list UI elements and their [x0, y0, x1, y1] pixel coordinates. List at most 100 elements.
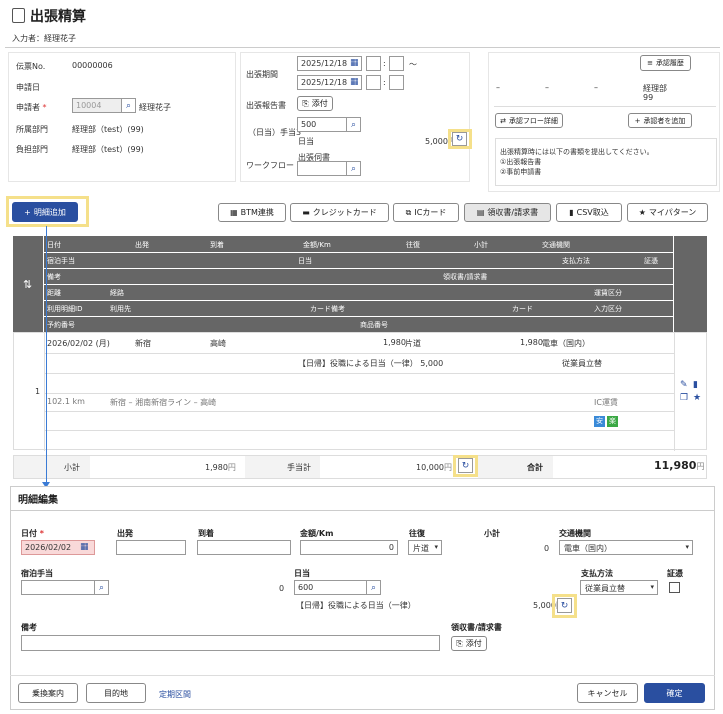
destination-button[interactable]: 目的地	[86, 683, 146, 703]
attach-report-button[interactable]: ⎘ 添付	[297, 96, 333, 111]
slip-no-value: 00000006	[72, 61, 113, 70]
delete-icon[interactable]: ▮	[693, 380, 698, 390]
col-date[interactable]: 日付	[47, 240, 61, 250]
col-fare-type[interactable]: 運賃区分	[594, 288, 622, 298]
hour-to-input[interactable]	[366, 75, 381, 90]
cancel-button[interactable]: キャンセル	[577, 683, 638, 703]
easy-badge: 楽	[607, 416, 618, 427]
safe-badge: 安	[594, 416, 605, 427]
edit-lodging-input[interactable]	[21, 580, 95, 595]
daily-search-icon[interactable]: ⌕	[366, 580, 381, 595]
col-product-no[interactable]: 商品番号	[360, 320, 388, 330]
refresh-icon[interactable]: ↻	[452, 132, 467, 146]
row-amount: 1,980	[383, 338, 406, 347]
allowance-input[interactable]: 500	[297, 117, 347, 132]
col-card[interactable]: カード	[512, 304, 533, 314]
col-receipt[interactable]: 領収書/請求書	[443, 272, 487, 282]
grid-header: ⇅ 日付 出発 到着 金額/Km 往復 小計 交通機関 宿泊手当 日当 支払方法…	[13, 236, 707, 332]
col-input-type[interactable]: 入力区分	[594, 304, 622, 314]
refresh-icon[interactable]: ↻	[458, 458, 473, 473]
refresh-icon[interactable]: ↻	[557, 598, 572, 613]
col-usage-place[interactable]: 利用先	[110, 304, 131, 314]
ic-card-button[interactable]: ⧉ ICカード	[393, 203, 459, 222]
applicant-code-input[interactable]: 10004	[72, 98, 122, 113]
edit-payment-select[interactable]: 従業員立替	[580, 580, 658, 595]
my-pattern-button[interactable]: ★ マイパターン	[627, 203, 708, 222]
applicant-label: 申請者 *	[16, 103, 47, 112]
transfer-guide-button[interactable]: 乗換案内	[18, 683, 78, 703]
col-to[interactable]: 到着	[210, 240, 224, 250]
calendar-icon[interactable]: ▦	[80, 542, 89, 552]
row-payment: 従業員立替	[562, 359, 602, 368]
col-reservation[interactable]: 予約番号	[47, 320, 75, 330]
dept-value: 経理部（test）(99)	[72, 125, 144, 134]
editor-title: 明細編集	[18, 495, 58, 506]
edit-memo-input[interactable]	[21, 635, 440, 651]
detail-editor	[10, 486, 715, 710]
minute-to-input[interactable]	[389, 75, 404, 90]
col-route[interactable]: 経路	[110, 288, 124, 298]
pointer-line	[46, 226, 47, 483]
row-date: 2026/02/02 (月)	[47, 339, 110, 348]
voucher-checkbox[interactable]	[669, 582, 680, 593]
edit-trip-select[interactable]: 片道	[408, 540, 442, 555]
favorite-star-icon[interactable]: ★	[693, 393, 701, 403]
row-to: 高崎	[210, 339, 226, 348]
sort-icon[interactable]: ⇅	[23, 278, 32, 291]
building-icon: ▦	[230, 208, 238, 217]
copy-icon[interactable]: ❐	[680, 393, 688, 403]
col-distance[interactable]: 距離	[47, 288, 61, 298]
col-voucher[interactable]: 証憑	[644, 256, 658, 266]
confirm-button[interactable]: 確定	[644, 683, 705, 703]
workflow-label: ワークフロー	[246, 161, 294, 170]
edit-voucher-label: 証憑	[667, 569, 683, 578]
edit-transport-select[interactable]: 電車（国内）	[559, 540, 693, 555]
col-memo[interactable]: 備考	[47, 272, 61, 282]
file-icon: ▮	[569, 208, 574, 217]
flow-detail-button[interactable]: ⇄ 承認フロー詳細	[495, 113, 563, 128]
row-daily-text: 【日帰】役職による日当（一律） 5,000	[298, 359, 444, 368]
hour-from-input[interactable]	[366, 56, 381, 71]
edit-icon[interactable]: ✎	[680, 380, 688, 390]
commuter-link[interactable]: 定期区間	[159, 689, 191, 700]
row-fare-type: IC運賃	[594, 398, 618, 407]
col-lodging[interactable]: 宿泊手当	[47, 256, 75, 266]
add-detail-button[interactable]: + 明細追加	[12, 202, 78, 222]
col-round-trip[interactable]: 往復	[406, 240, 420, 250]
business-trip-search-icon[interactable]: ⌕	[346, 161, 361, 176]
daily-label: 日当	[298, 137, 314, 146]
grand-total-value: 11,980円	[654, 459, 705, 472]
csv-import-button[interactable]: ▮ CSV取込	[556, 203, 622, 222]
business-trip-input[interactable]	[297, 161, 347, 176]
approval-history-button[interactable]: ≡ 承認履歴	[640, 55, 691, 71]
edit-to-input[interactable]	[197, 540, 291, 555]
minute-from-input[interactable]	[389, 56, 404, 71]
col-usage-id[interactable]: 利用明細ID	[47, 304, 82, 314]
calendar-icon[interactable]: ▦	[350, 77, 359, 87]
col-from[interactable]: 出発	[135, 240, 149, 250]
receipt-button[interactable]: ▤ 領収書/請求書	[464, 203, 551, 222]
edit-from-input[interactable]	[116, 540, 186, 555]
card-icon: ▬	[302, 208, 310, 217]
edit-amount-input[interactable]: 0	[300, 540, 398, 555]
edit-daily-input[interactable]: 600	[294, 580, 367, 595]
col-subtotal[interactable]: 小計	[474, 240, 488, 250]
editor-divider	[10, 510, 715, 511]
attach-receipt-button[interactable]: ⎘ 添付	[451, 636, 487, 651]
edit-lodging-label: 宿泊手当	[21, 569, 53, 578]
credit-card-button[interactable]: ▬ クレジットカード	[290, 203, 389, 222]
col-card-memo[interactable]: カード備考	[310, 304, 345, 314]
col-transport[interactable]: 交通機関	[542, 240, 570, 250]
approval-col: –	[545, 83, 549, 92]
burden-value: 経理部（test）(99)	[72, 145, 144, 154]
col-payment[interactable]: 支払方法	[562, 256, 590, 266]
lodging-search-icon[interactable]: ⌕	[94, 580, 109, 595]
btm-button[interactable]: ▦ BTM連携	[218, 203, 286, 222]
add-approver-button[interactable]: + 承認者を追加	[628, 113, 692, 128]
col-daily[interactable]: 日当	[298, 256, 312, 266]
table-row[interactable]	[13, 332, 707, 451]
col-amount[interactable]: 金額/Km	[303, 240, 331, 250]
allowance-search-icon[interactable]: ⌕	[346, 117, 361, 132]
calendar-icon[interactable]: ▦	[350, 58, 359, 68]
applicant-search-icon[interactable]: ⌕	[121, 98, 136, 113]
